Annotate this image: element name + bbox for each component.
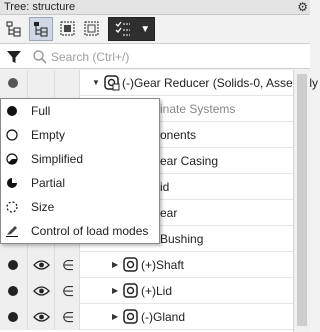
- filter-mode-dropdown[interactable]: ▼: [108, 17, 155, 41]
- load-mode-menu: Full Empty Simplified Partial Size Contr…: [0, 98, 160, 244]
- expand-arrow-icon[interactable]: ▶: [112, 286, 118, 295]
- tree-node-label: inate Systems: [160, 102, 236, 116]
- visibility-cell[interactable]: [28, 252, 55, 278]
- tree-row-shaft[interactable]: ∈ ▶ (+)Shaft: [0, 252, 293, 278]
- menu-item-label: Empty: [31, 128, 66, 142]
- structure-tree-button[interactable]: [2, 17, 26, 41]
- tree-node-label: (-)Gear Reducer (Solids-0, Assembly: [122, 76, 319, 90]
- part-icon: [123, 257, 138, 272]
- tree-node-label: (-)Gland: [141, 310, 186, 324]
- full-dot-icon: [7, 106, 17, 116]
- search-input[interactable]: [51, 50, 291, 64]
- tree-node-name[interactable]: ▶ (+)Shaft: [80, 252, 293, 278]
- visibility-cell[interactable]: [28, 304, 55, 330]
- load-mode-cell[interactable]: [0, 70, 28, 96]
- tree-row-lid[interactable]: ∈ ▶ (+)Lid: [0, 278, 293, 304]
- simplified-circle-icon: [6, 153, 18, 165]
- selectable-cell[interactable]: [55, 70, 80, 96]
- tree-node-label: (+)Lid: [141, 284, 173, 298]
- tree-row-gland[interactable]: ∈ ▶ (-)Gland: [0, 304, 293, 330]
- assembly-icon: [104, 75, 120, 91]
- eye-icon[interactable]: [33, 285, 50, 297]
- gear-icon[interactable]: ⚙: [297, 0, 308, 14]
- tree-scrollbar[interactable]: [293, 70, 310, 332]
- selectable-cell[interactable]: ∈: [55, 278, 80, 304]
- visibility-cell[interactable]: [28, 70, 55, 96]
- tree-node-label: ear: [160, 206, 178, 220]
- selectable-cell[interactable]: ∈: [55, 304, 80, 330]
- tree-node-name[interactable]: ▶ (+)Lid: [80, 278, 293, 304]
- load-mode-cell[interactable]: [0, 278, 28, 304]
- empty-circle-icon: [6, 129, 18, 141]
- selectable-cell[interactable]: ∈: [55, 252, 80, 278]
- tree-node-label: (+)Shaft: [141, 258, 185, 272]
- tree-node-label: id: [160, 180, 170, 194]
- load-mode-dot[interactable]: [8, 260, 18, 270]
- pencil-icon: [6, 226, 18, 237]
- select-box-button[interactable]: [80, 17, 104, 41]
- eye-icon[interactable]: [33, 311, 50, 323]
- panel-titlebar: Tree: structure ⚙: [0, 0, 310, 15]
- selectable-icon[interactable]: ∈: [62, 309, 74, 326]
- load-mode-dot[interactable]: [8, 78, 18, 88]
- load-mode-dot[interactable]: [8, 286, 18, 296]
- filter-bar: [0, 43, 310, 69]
- eye-icon[interactable]: [33, 259, 50, 271]
- dependency-tree-button[interactable]: [29, 17, 53, 41]
- tree-node-label: onents: [160, 128, 197, 142]
- menu-item-simplified[interactable]: Simplified: [1, 147, 159, 171]
- tree-node-label: ear Casing: [160, 154, 219, 168]
- tree-node-name[interactable]: ▶ (-)Gland: [80, 304, 293, 330]
- panel-title: Tree: structure: [4, 1, 76, 13]
- funnel-icon[interactable]: [6, 49, 22, 65]
- part-icon: [123, 309, 138, 324]
- part-icon: [123, 283, 138, 298]
- menu-item-size[interactable]: Size: [1, 195, 159, 219]
- visibility-cell[interactable]: [28, 278, 55, 304]
- partial-circle-icon: [7, 178, 17, 188]
- menu-item-label: Size: [31, 200, 55, 214]
- search-box[interactable]: [32, 48, 302, 66]
- load-mode-cell[interactable]: [0, 252, 28, 278]
- scrollbar-thumb[interactable]: [297, 74, 307, 326]
- select-all-button[interactable]: [56, 17, 80, 41]
- tree-structure-icon: [6, 21, 21, 37]
- load-mode-cell[interactable]: [0, 304, 28, 330]
- select-box-icon: [84, 21, 99, 36]
- menu-item-label: Partial: [31, 176, 66, 190]
- dashed-circle-icon: [6, 201, 18, 213]
- tree-node-name[interactable]: ▼ (-)Gear Reducer (Solids-0, Assembly: [80, 70, 318, 96]
- menu-item-control-load-modes[interactable]: Control of load modes: [1, 219, 159, 243]
- chevron-down-icon: ▼: [140, 23, 151, 35]
- checklist-icon: [115, 21, 130, 36]
- load-mode-dot[interactable]: [8, 312, 18, 322]
- menu-item-partial[interactable]: Partial: [1, 171, 159, 195]
- menu-item-full[interactable]: Full: [1, 99, 159, 123]
- tree-node-label: Bushing: [160, 232, 204, 246]
- tree-row-root[interactable]: ▼ (-)Gear Reducer (Solids-0, Assembly: [0, 70, 318, 96]
- menu-item-label: Control of load modes: [31, 224, 149, 238]
- menu-item-label: Simplified: [31, 152, 84, 166]
- menu-item-empty[interactable]: Empty: [1, 123, 159, 147]
- magnifier-icon: [33, 50, 47, 64]
- menu-item-label: Full: [31, 104, 51, 118]
- tree-toolbar: ▼: [0, 16, 310, 42]
- select-all-icon: [60, 21, 75, 36]
- tree-dependency-icon: [34, 22, 48, 37]
- selectable-icon[interactable]: ∈: [62, 257, 74, 274]
- collapse-arrow-icon[interactable]: ▼: [92, 78, 100, 87]
- expand-arrow-icon[interactable]: ▶: [112, 260, 118, 269]
- expand-arrow-icon[interactable]: ▶: [112, 312, 118, 321]
- selectable-icon[interactable]: ∈: [62, 283, 74, 300]
